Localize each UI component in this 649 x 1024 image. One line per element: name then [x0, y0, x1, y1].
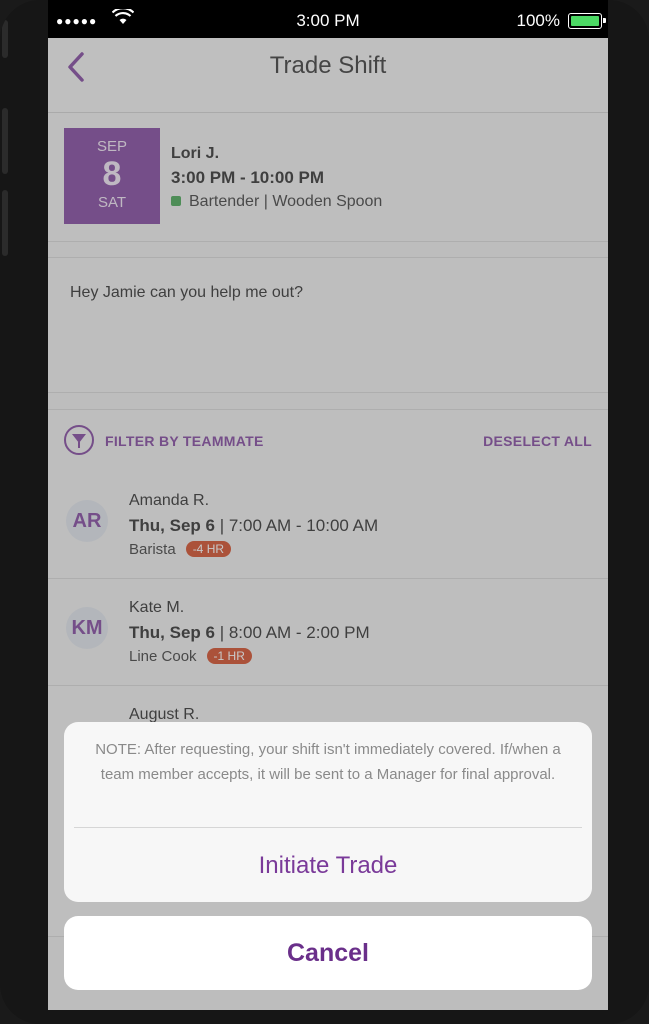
battery-percent: 100% — [516, 11, 560, 30]
sheet-divider — [74, 827, 582, 828]
initiate-trade-button[interactable]: Initiate Trade — [64, 851, 592, 881]
status-bar: ●●●●● 3:00 PM 100% — [48, 0, 608, 38]
action-sheet: NOTE: After requesting, your shift isn't… — [64, 722, 592, 902]
volume-down-button — [2, 190, 8, 256]
battery-icon — [568, 13, 602, 29]
screen: ●●●●● 3:00 PM 100% Trade Shift SEP 8 SAT… — [48, 0, 608, 1010]
battery-tip — [603, 18, 606, 23]
volume-up-button — [2, 108, 8, 174]
mute-switch — [2, 20, 8, 58]
phone-frame: ●●●●● 3:00 PM 100% Trade Shift SEP 8 SAT… — [0, 0, 649, 1024]
trade-note: NOTE: After requesting, your shift isn't… — [95, 741, 561, 783]
cancel-button[interactable]: Cancel — [64, 916, 592, 990]
